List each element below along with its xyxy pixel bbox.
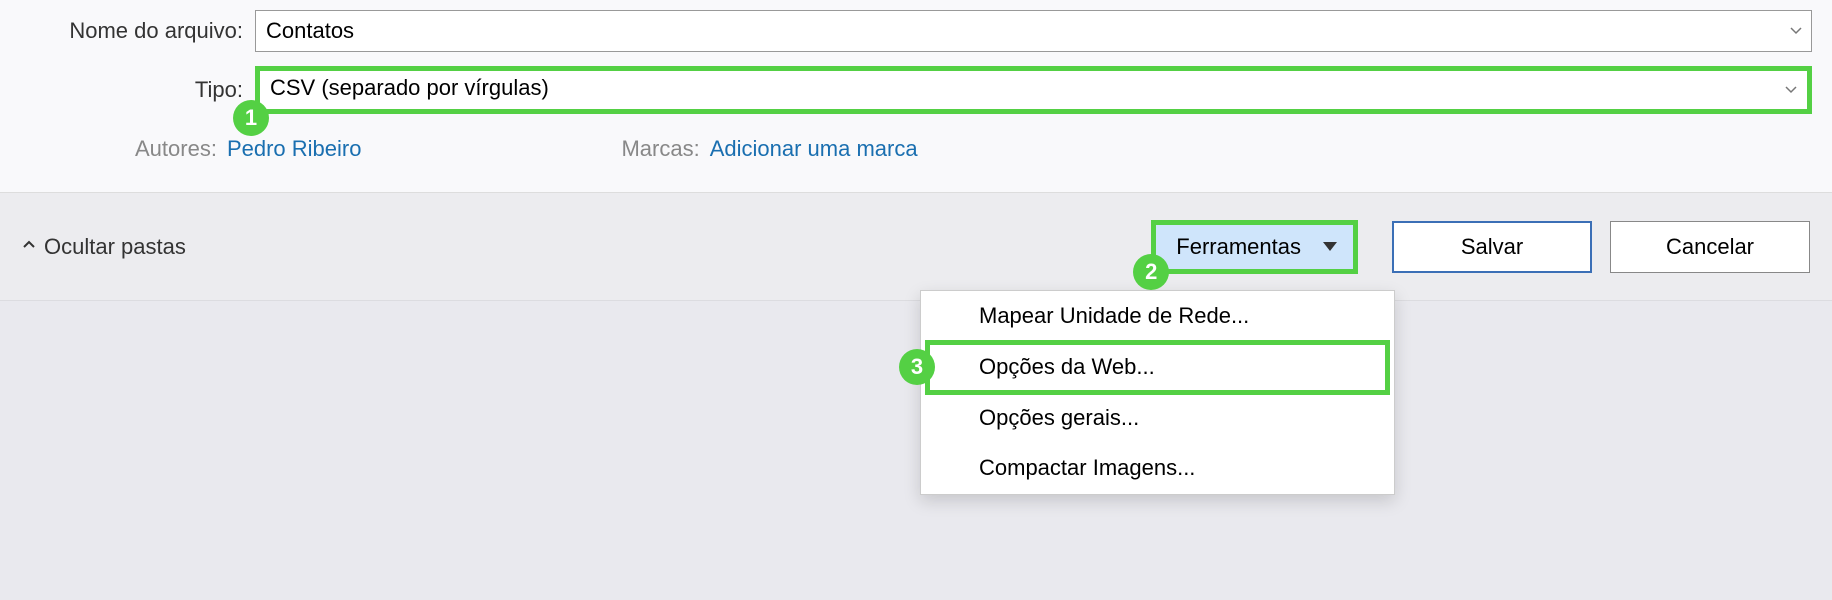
menu-item-web-options[interactable]: Opções da Web... 3 — [921, 342, 1394, 393]
annotation-badge-2: 2 — [1133, 254, 1169, 290]
authors-value[interactable]: Pedro Ribeiro — [227, 136, 362, 162]
menu-item-compress-images[interactable]: Compactar Imagens... — [921, 443, 1394, 494]
annotation-badge-3: 3 — [899, 349, 935, 385]
chevron-up-icon — [22, 236, 36, 257]
authors-label: Autores: — [135, 136, 217, 162]
save-button[interactable]: Salvar — [1392, 221, 1592, 273]
hide-folders-label: Ocultar pastas — [44, 234, 186, 260]
filename-input-wrap — [255, 10, 1812, 52]
menu-item-label: Mapear Unidade de Rede... — [979, 303, 1249, 328]
bottom-bar: Ocultar pastas Ferramentas 2 Salvar Canc… — [0, 192, 1832, 300]
menu-item-label: Compactar Imagens... — [979, 455, 1195, 480]
filetype-row: Tipo: CSV (separado por vírgulas) 1 — [20, 66, 1812, 114]
tags-label: Marcas: — [621, 136, 699, 162]
filetype-combo[interactable]: CSV (separado por vírgulas) — [255, 66, 1812, 114]
lower-background — [0, 300, 1832, 600]
filetype-value: CSV (separado por vírgulas) — [270, 75, 549, 100]
menu-item-map-drive[interactable]: Mapear Unidade de Rede... — [921, 291, 1394, 342]
filename-input[interactable] — [255, 10, 1812, 52]
menu-item-label: Opções gerais... — [979, 405, 1139, 430]
tools-button[interactable]: Ferramentas — [1155, 224, 1354, 270]
annotation-badge-1: 1 — [233, 100, 269, 136]
tools-dropdown-menu: Mapear Unidade de Rede... Opções da Web.… — [920, 290, 1395, 495]
caret-down-icon — [1323, 242, 1337, 251]
filetype-label: Tipo: — [20, 77, 255, 103]
save-dialog-top: Nome do arquivo: Tipo: CSV (separado por… — [0, 0, 1832, 192]
hide-folders-toggle[interactable]: Ocultar pastas — [22, 234, 186, 260]
filename-row: Nome do arquivo: — [20, 10, 1812, 52]
tools-button-wrap: Ferramentas 2 — [1155, 224, 1354, 270]
menu-item-general-options[interactable]: Opções gerais... — [921, 393, 1394, 444]
meta-row: Autores: Pedro Ribeiro Marcas: Adicionar… — [20, 136, 1812, 162]
tags-value[interactable]: Adicionar uma marca — [710, 136, 918, 162]
tools-button-label: Ferramentas — [1176, 234, 1301, 260]
cancel-button[interactable]: Cancelar — [1610, 221, 1810, 273]
menu-item-label: Opções da Web... — [979, 354, 1155, 379]
filetype-combo-wrap: CSV (separado por vírgulas) 1 — [255, 66, 1812, 114]
filename-label: Nome do arquivo: — [20, 18, 255, 44]
chevron-down-icon — [1783, 77, 1799, 103]
